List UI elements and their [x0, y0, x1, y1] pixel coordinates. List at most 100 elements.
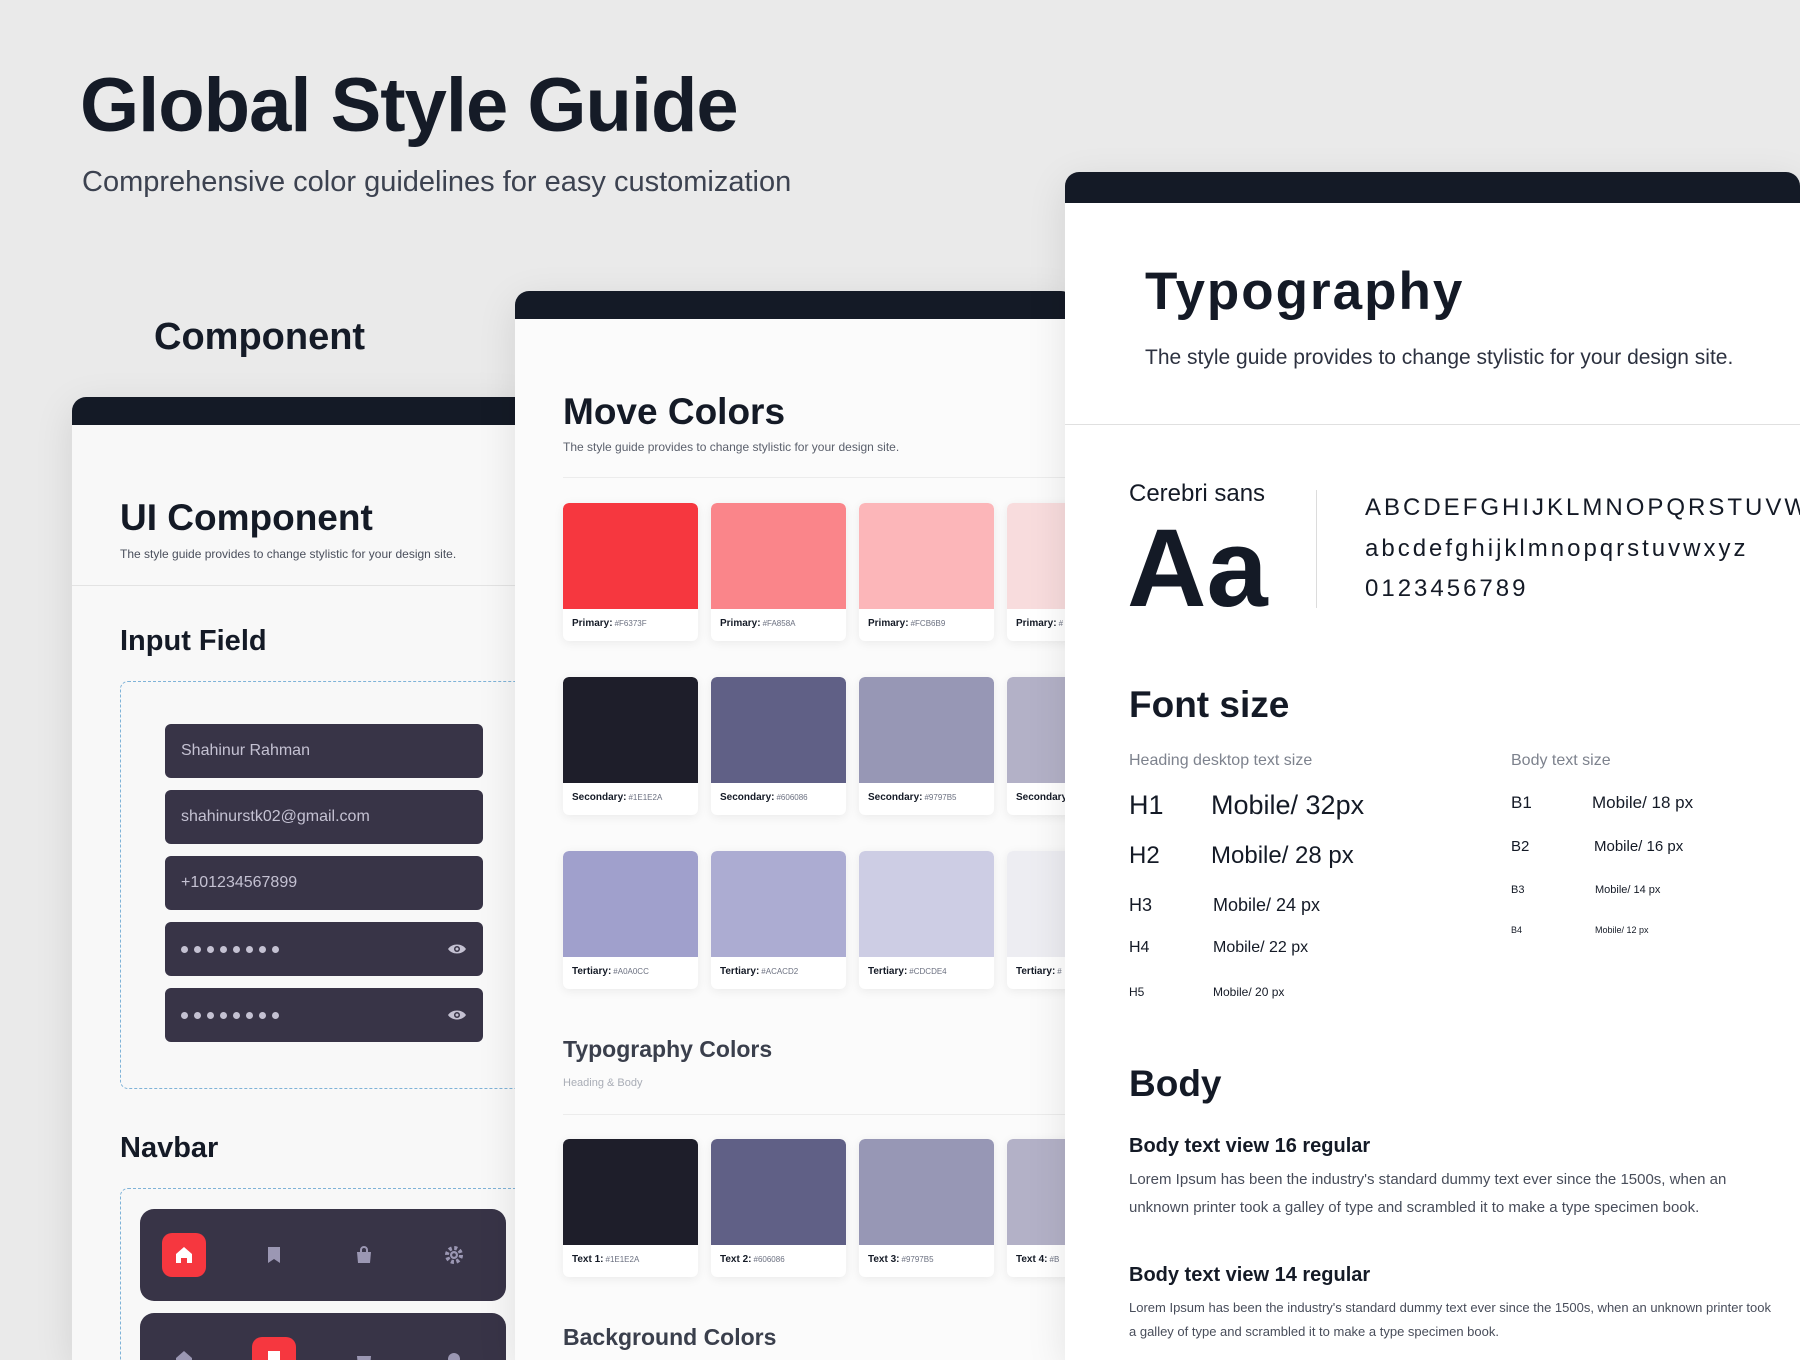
swatch-label: Primary: #F6373F — [572, 618, 647, 629]
name-input[interactable]: Shahinur Rahman — [165, 724, 483, 778]
nav-settings[interactable] — [432, 1337, 476, 1360]
swatch-fill — [711, 1139, 846, 1245]
color-swatch[interactable]: Secondary: #606086 — [711, 677, 846, 815]
b2-size: Mobile/ 16 px — [1594, 838, 1684, 855]
colors-panel: Move Colors The style guide provides to … — [515, 291, 1075, 1360]
nav-home[interactable] — [162, 1233, 206, 1277]
nav-settings[interactable] — [432, 1233, 476, 1277]
swatch-label: Secondary: #9797B5 — [868, 792, 957, 803]
divider — [563, 477, 1075, 478]
swatch-hex: # — [1057, 967, 1062, 976]
swatch-hex: #9797B5 — [901, 1255, 934, 1264]
body-16-text: Lorem Ipsum has been the industry's stan… — [1129, 1171, 1727, 1216]
input-field-heading: Input Field — [120, 625, 267, 657]
page-title: Global Style Guide — [80, 63, 739, 148]
swatch-fill — [711, 851, 846, 957]
color-swatch[interactable]: Secondary: #1E1E2A — [563, 677, 698, 815]
gear-icon — [448, 1353, 460, 1360]
navbar-variant-2 — [140, 1313, 506, 1360]
swatch-fill — [563, 1139, 698, 1245]
swatch-label: Secondary: #1E1E2A — [572, 792, 662, 803]
body-title: Body — [1129, 1063, 1222, 1104]
h4-tag: H4 — [1129, 939, 1150, 956]
swatch-name: Tertiary: — [572, 966, 612, 977]
swatch-label: Text 3: #9797B5 — [868, 1254, 934, 1265]
divider — [563, 1114, 1075, 1115]
swatch-name: Text 1: — [572, 1254, 604, 1265]
swatch-label: Text 1: #1E1E2A — [572, 1254, 639, 1265]
color-swatch[interactable]: Secondary: #9797B5 — [859, 677, 994, 815]
color-swatch[interactable]: Primary: #FA858A — [711, 503, 846, 641]
email-input[interactable]: shahinurstk02@gmail.com — [165, 790, 483, 844]
ui-component-description: The style guide provides to change styli… — [120, 547, 457, 561]
swatch-fill — [563, 503, 698, 609]
divider — [72, 585, 532, 586]
vertical-divider — [1316, 490, 1317, 608]
nav-bookmark[interactable] — [252, 1233, 296, 1277]
swatch-hex: #FCB6B9 — [910, 619, 946, 628]
color-swatch[interactable]: Primary: #FCB6B9 — [859, 503, 994, 641]
swatch-name: Text 2: — [720, 1254, 752, 1265]
typography-description: The style guide provides to change styli… — [1145, 346, 1734, 369]
color-swatch[interactable]: Text 1: #1E1E2A — [563, 1139, 698, 1277]
swatch-fill — [563, 677, 698, 783]
nav-bookmark[interactable] — [252, 1337, 296, 1360]
swatch-label: Tertiary: #ACACD2 — [720, 966, 798, 977]
bookmark-icon — [268, 1351, 280, 1360]
color-swatch[interactable]: Text 2: #606086 — [711, 1139, 846, 1277]
name-input-value: Shahinur Rahman — [181, 742, 310, 759]
move-colors-description: The style guide provides to change styli… — [563, 440, 900, 454]
swatch-hex: #CDCDE4 — [909, 967, 947, 976]
navbar-heading: Navbar — [120, 1132, 219, 1164]
nav-bag[interactable] — [342, 1233, 386, 1277]
h2-tag: H2 — [1129, 842, 1160, 869]
b3-tag: B3 — [1511, 884, 1525, 896]
home-icon — [176, 1351, 192, 1360]
h4-size: Mobile/ 22 px — [1213, 939, 1309, 956]
swatch-name: Primary: — [720, 618, 761, 629]
swatch-label: Tertiary: # — [1016, 966, 1062, 977]
swatch-label: Text 2: #606086 — [720, 1254, 785, 1265]
swatch-label: Tertiary: #A0A0CC — [572, 966, 649, 977]
swatch-hex: #B — [1049, 1255, 1060, 1264]
color-swatch[interactable]: Primary: #F6373F — [563, 503, 698, 641]
heading-size-label: Heading desktop text size — [1129, 752, 1313, 769]
confirm-password-input[interactable] — [165, 988, 483, 1042]
home-icon — [176, 1247, 192, 1263]
eye-icon[interactable] — [447, 941, 467, 957]
navbar-showcase — [120, 1188, 532, 1360]
color-swatch[interactable]: Text 3: #9797B5 — [859, 1139, 994, 1277]
swatch-fill — [859, 503, 994, 609]
color-swatch[interactable]: Tertiary: #A0A0CC — [563, 851, 698, 989]
swatch-fill — [711, 503, 846, 609]
font-size-title: Font size — [1129, 684, 1290, 725]
nav-home[interactable] — [162, 1337, 206, 1360]
swatch-name: Text 4: — [1016, 1254, 1048, 1265]
swatch-fill — [859, 851, 994, 957]
bag-icon — [357, 1246, 371, 1263]
eye-icon[interactable] — [447, 1007, 467, 1023]
swatch-label: Primary: #FCB6B9 — [868, 618, 945, 629]
swatch-hex: #FA858A — [762, 619, 796, 628]
typography-panel: Typography The style guide provides to c… — [1065, 172, 1800, 1360]
nav-bag[interactable] — [342, 1337, 386, 1360]
uppercase-glyphs: ABCDEFGHIJKLMNOPQRSTUVWX — [1365, 494, 1800, 521]
component-panel: UI Component The style guide provides to… — [72, 397, 532, 1360]
h2-size: Mobile/ 28 px — [1211, 842, 1354, 869]
password-input[interactable] — [165, 922, 483, 976]
swatch-name: Secondary — [1016, 792, 1068, 803]
body-14-text: Lorem Ipsum has been the industry's stan… — [1129, 1300, 1772, 1339]
swatch-hex: #1E1E2A — [628, 793, 663, 802]
panel-header-bar — [515, 291, 1075, 319]
typography-title: Typography — [1145, 262, 1465, 321]
b2-tag: B2 — [1511, 838, 1530, 855]
swatch-name: Primary: — [868, 618, 909, 629]
font-specimen: Aa — [1127, 507, 1268, 630]
color-swatch[interactable]: Tertiary: #ACACD2 — [711, 851, 846, 989]
password-mask — [181, 988, 279, 1042]
swatch-hex: #9797B5 — [924, 793, 957, 802]
phone-input[interactable]: +101234567899 — [165, 856, 483, 910]
swatch-label: Tertiary: #CDCDE4 — [868, 966, 947, 977]
typography-colors-subtitle: Heading & Body — [563, 1077, 643, 1089]
color-swatch[interactable]: Tertiary: #CDCDE4 — [859, 851, 994, 989]
